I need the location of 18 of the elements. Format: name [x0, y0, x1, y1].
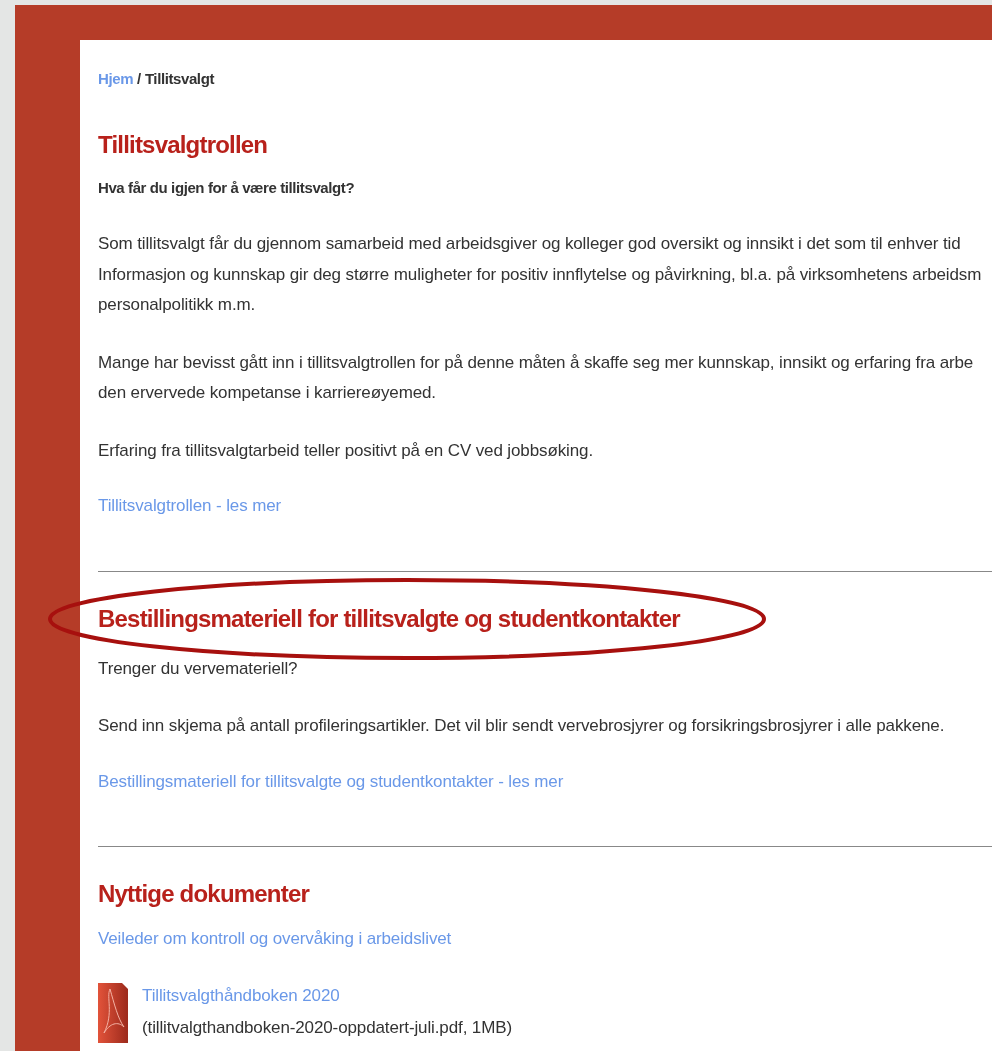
paragraph: Trenger du vervemateriell? [98, 657, 298, 680]
question-text: Hva får du igjen for å være tillitsvalgt? [98, 177, 356, 198]
breadcrumb-current: Tillitsvalgt [144, 70, 214, 87]
file-details: (tillitvalgthandboken-2020-oppdatert-juli.pdf, 1MB) [142, 1016, 512, 1039]
section-heading: Tillitsvalgtrollen [98, 131, 269, 160]
paragraph: Send inn skjema på antall profileringsartikler. Det vil blir sendt vervebrosjyrer og forsikringsbrosjyrer i alle pakkene. [98, 715, 945, 738]
paragraph: Mange har bevisst gått inn i tillitsvalgtrollen for på denne måten å skaffe seg mer kunnskap, innsikt og erfaring fra arbe den ervervede kompetanse i karriereøyemed. [98, 351, 974, 405]
breadcrumb-separator: / [137, 70, 141, 87]
pdf-icon [98, 983, 128, 1044]
file-link[interactable]: Tillitsvalgthåndboken 2020 [142, 983, 512, 1009]
section-heading: Nyttige dokumenter [98, 880, 311, 909]
section-heading: Bestillingsmateriell for tillitsvalgte og studentkontakter [98, 604, 682, 634]
paragraph: Erfaring fra tillitsvalgtarbeid teller positivt på en CV ved jobbsøking. [98, 439, 593, 462]
read-more-link[interactable]: Bestillingsmateriell for tillitsvalgte og studentkontakter - les mer [98, 768, 564, 795]
read-more-link[interactable]: Tillitsvalgtrollen - les mer [98, 493, 282, 519]
breadcrumb-link[interactable]: Hjem [98, 70, 134, 87]
read-more-link[interactable]: Veileder om kontroll og overvåking i arbeidslivet [98, 925, 452, 952]
paragraph: Som tillitsvalgt får du gjennom samarbeid med arbeidsgiver og kolleger god oversikt og innsikt i det som til enhver tid Informasjon og kunnskap gir deg større muligheter for positiv innflytelse og påvirkning, bl.a. på virksomhetens arbeidsm personalpolitikk m.m. [98, 233, 982, 317]
